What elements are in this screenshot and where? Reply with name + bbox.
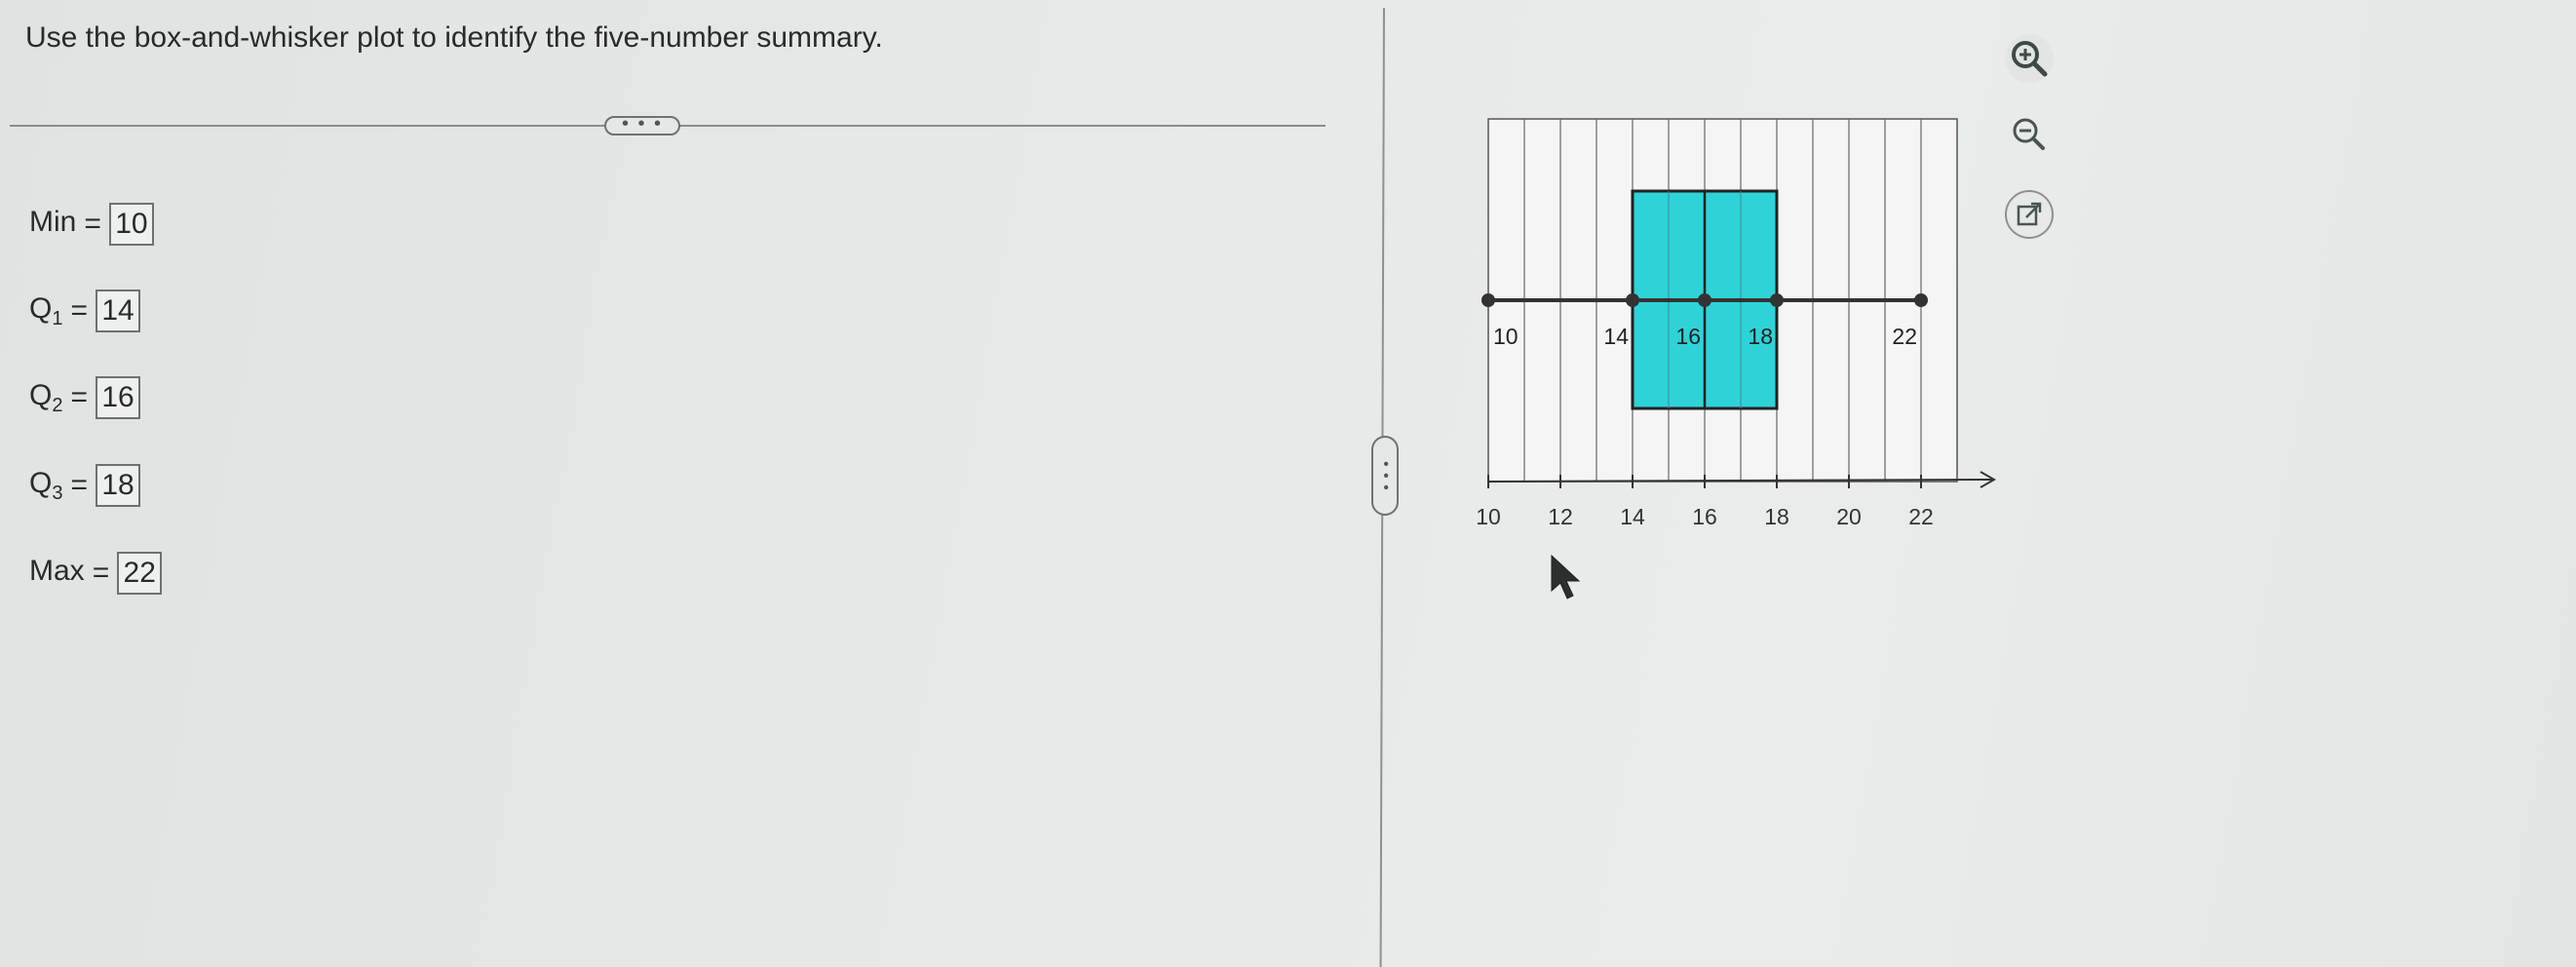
answer-box-q1[interactable]: 14 <box>96 290 140 332</box>
equals-sign: = <box>70 469 88 501</box>
answer-box-max[interactable]: 22 <box>117 552 163 595</box>
equals-sign: = <box>70 294 88 327</box>
zoom-out-icon <box>2013 118 2045 150</box>
external-link-icon <box>2017 202 2042 226</box>
five-number-point <box>1481 293 1495 307</box>
answer-box-q3[interactable]: 18 <box>96 464 140 507</box>
x-tick-label: 20 <box>1836 504 1862 529</box>
answer-label: Q2 <box>29 378 63 416</box>
answer-row-max: Max = 22 <box>29 552 163 595</box>
five-number-point <box>1914 293 1928 307</box>
answer-row-q1: Q1 = 14 <box>29 290 140 332</box>
answer-label: Q1 <box>29 291 63 329</box>
x-tick-label: 10 <box>1476 504 1501 529</box>
x-tick-label: 14 <box>1620 504 1645 529</box>
x-tick-label: 18 <box>1764 504 1789 529</box>
equals-sign: = <box>84 208 101 240</box>
open-external-button[interactable] <box>2005 190 2054 239</box>
x-tick-label: 12 <box>1548 504 1573 529</box>
five-number-point <box>1770 293 1784 307</box>
five-number-point <box>1698 293 1711 307</box>
answer-row-q2: Q2 = 16 <box>29 376 140 419</box>
expand-more-button[interactable]: • • • <box>604 114 680 135</box>
instruction-text: Use the box-and-whisker plot to identify… <box>25 21 883 54</box>
answer-label: Q3 <box>29 466 63 504</box>
zoom-out-button[interactable] <box>2005 110 2054 159</box>
answer-label: Min <box>29 205 77 238</box>
point-label: 10 <box>1493 324 1519 349</box>
x-tick-label: 16 <box>1692 504 1717 529</box>
x-tick-label: 22 <box>1908 504 1934 529</box>
point-label: 14 <box>1603 324 1629 349</box>
answer-label: Max <box>29 554 85 587</box>
point-label: 18 <box>1748 324 1773 349</box>
five-number-point <box>1626 293 1639 307</box>
answer-box-min[interactable]: 10 <box>108 203 154 246</box>
answer-row-q3: Q3 = 18 <box>29 464 140 507</box>
answer-box-q2[interactable]: 16 <box>96 376 140 419</box>
answer-row-min: Min = 10 <box>29 203 154 246</box>
zoom-in-button[interactable] <box>2005 34 2054 83</box>
point-label: 22 <box>1892 324 1917 349</box>
box-plot-chart: 10 14 16 18 22 10 12 14 16 18 20 22 <box>1476 118 1997 529</box>
point-label: 16 <box>1675 324 1701 349</box>
zoom-in-icon <box>2012 41 2048 77</box>
equals-sign: = <box>70 381 88 413</box>
panel-resize-toggle[interactable]: • • • <box>1371 436 1399 516</box>
mouse-cursor-icon <box>1551 554 1581 600</box>
equals-sign: = <box>92 557 110 589</box>
